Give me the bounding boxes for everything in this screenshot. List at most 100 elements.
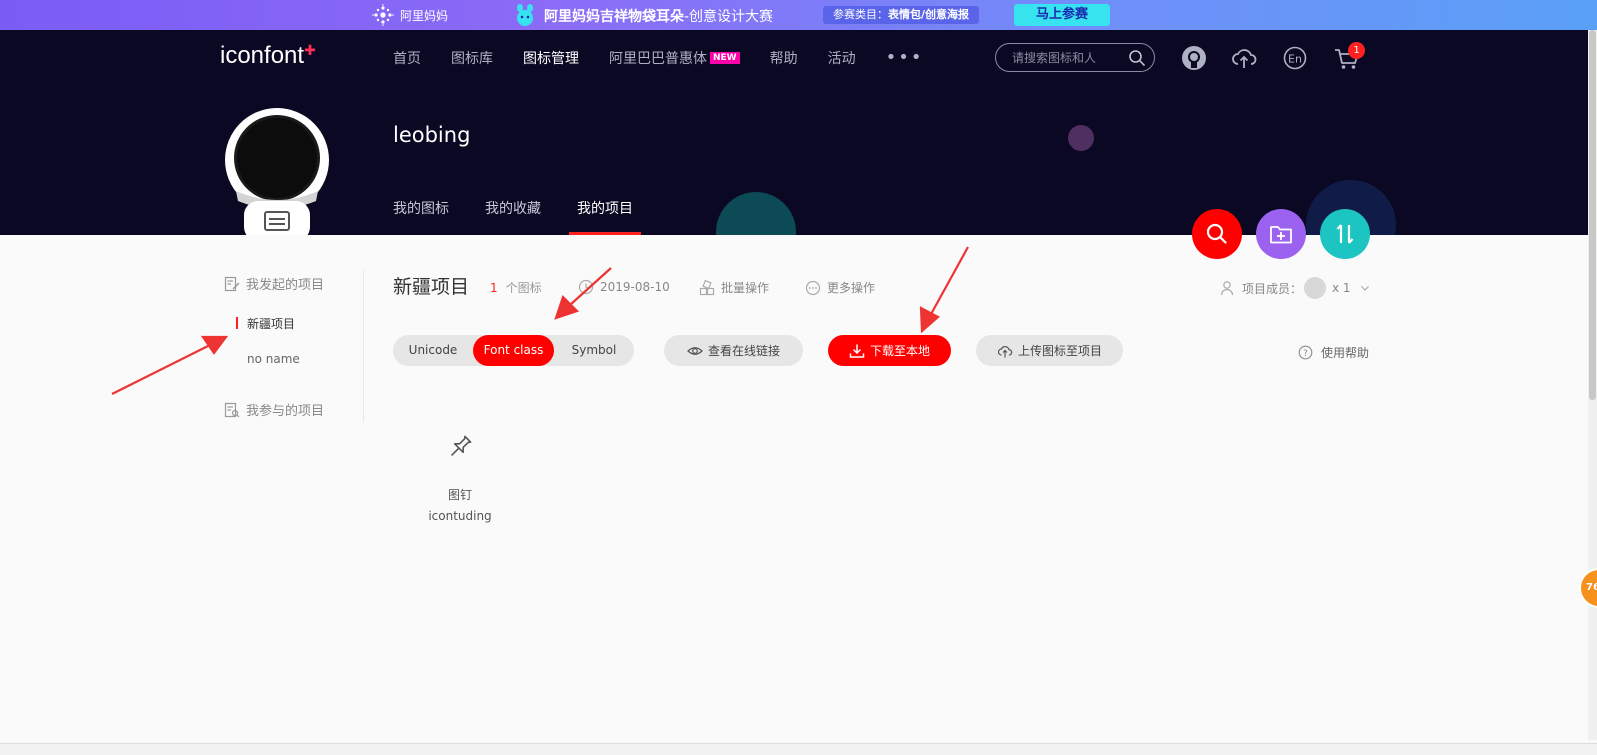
chevron-down-icon <box>1360 286 1369 291</box>
batch-operations-label: 批量操作 <box>721 281 770 295</box>
sidebar-item-no-name[interactable]: no name <box>224 352 363 366</box>
alimama-logo-text: 阿里妈妈 <box>400 8 449 23</box>
browser-status-bar <box>0 743 1597 755</box>
join-contest-button[interactable]: 马上参赛 <box>1014 4 1110 26</box>
format-font-class[interactable]: Font class <box>473 335 554 366</box>
nav-icon-management[interactable]: 图标管理 <box>523 48 579 68</box>
more-operations-label: 更多操作 <box>827 281 876 295</box>
tab-my-icons[interactable]: 我的图标 <box>393 198 449 235</box>
project-members[interactable]: 项目成员： x 1 <box>1220 277 1377 299</box>
tab-my-favorites[interactable]: 我的收藏 <box>485 198 541 235</box>
github-icon[interactable] <box>1180 44 1208 72</box>
category-label: 参赛类目： <box>833 8 888 21</box>
decor-bubble <box>716 192 796 235</box>
category-tag: 参赛类目：表情包/创意海报 <box>823 6 980 24</box>
site-header: iconfont✚ 首页 图标库 图标管理 阿里巴巴普惠体 NEW 帮助 活动 … <box>0 30 1588 235</box>
search-fab[interactable] <box>1192 209 1242 259</box>
nav-puhuiti[interactable]: 阿里巴巴普惠体 NEW <box>609 48 740 68</box>
svg-text:?: ? <box>1303 349 1308 359</box>
project-date-text: 2019-08-10 <box>600 280 670 294</box>
download-icon <box>849 344 865 358</box>
download-local-label: 下载至本地 <box>869 344 930 358</box>
upload-cloud-icon <box>997 345 1013 357</box>
format-symbol[interactable]: Symbol <box>554 335 634 366</box>
main-nav: 首页 图标库 图标管理 阿里巴巴普惠体 NEW 帮助 活动 ••• <box>393 47 923 68</box>
project-date: 2019-08-10 <box>578 279 670 295</box>
upload-to-project-button[interactable]: 上传图标至项目 <box>976 335 1123 366</box>
members-count: x 1 <box>1332 281 1351 295</box>
format-unicode[interactable]: Unicode <box>393 335 473 366</box>
grid-icon <box>699 279 715 295</box>
nav-events[interactable]: 活动 <box>828 48 856 68</box>
brand-plus-icon: ✚ <box>304 42 316 58</box>
icon-name: 图钉 <box>447 488 472 502</box>
tab-my-projects[interactable]: 我的项目 <box>569 198 641 235</box>
search-input[interactable] <box>1012 50 1122 65</box>
usage-help[interactable]: ? 使用帮助 <box>1298 344 1369 361</box>
batch-operations[interactable]: 批量操作 <box>699 279 769 296</box>
add-folder-icon <box>1270 226 1292 244</box>
floating-badge[interactable]: 76 <box>1579 568 1597 608</box>
promo-subtitle: -创意设计大赛 <box>684 9 774 25</box>
nav-puhuiti-label: 阿里巴巴普惠体 <box>609 50 707 67</box>
icon-count-number: 1 <box>490 281 498 295</box>
user-avatar[interactable] <box>224 105 330 235</box>
icon-count: 1 个图标 <box>490 279 542 296</box>
sidebar-joined-projects-label: 我参与的项目 <box>246 404 325 419</box>
edit-doc-icon <box>224 276 240 291</box>
nav-more-icon[interactable]: ••• <box>886 47 924 68</box>
download-local-button[interactable]: 下载至本地 <box>828 335 951 366</box>
sort-fab[interactable] <box>1320 209 1370 259</box>
icon-code: icontuding <box>428 509 492 523</box>
format-switch: Unicode Font class Symbol <box>393 335 634 366</box>
icon-card[interactable]: 图钉 icontuding <box>415 432 505 523</box>
cart-count-badge: 1 <box>1348 42 1365 59</box>
sidebar-my-projects-label: 我发起的项目 <box>246 278 325 293</box>
username: leobing <box>393 123 471 147</box>
members-label: 项目成员： <box>1242 281 1303 296</box>
user-icon <box>1220 281 1234 296</box>
nav-icon-library[interactable]: 图标库 <box>451 48 493 68</box>
promo-title: 阿里妈妈吉祥物袋耳朵 <box>544 9 684 25</box>
nav-home[interactable]: 首页 <box>393 48 421 68</box>
scrollbar-thumb[interactable] <box>1589 30 1596 400</box>
language-icon[interactable]: En <box>1281 44 1309 72</box>
sidebar-my-projects[interactable]: 我发起的项目 <box>224 274 363 293</box>
more-circle-icon <box>805 280 821 295</box>
doc-search-icon <box>224 402 240 417</box>
search-icon[interactable] <box>1128 49 1146 67</box>
usage-help-label: 使用帮助 <box>1321 346 1370 360</box>
icon-count-unit: 个图标 <box>505 281 542 295</box>
sidebar-item-xinjiang[interactable]: 新疆项目 <box>224 315 363 332</box>
more-operations[interactable]: 更多操作 <box>805 279 875 296</box>
help-circle-icon: ? <box>1298 345 1313 360</box>
iconfont-logo[interactable]: iconfont✚ <box>220 42 316 70</box>
page-scrollbar[interactable] <box>1588 30 1597 740</box>
upload-cloud-icon[interactable] <box>1230 44 1258 72</box>
search-box <box>995 43 1155 72</box>
project-sidebar: 我发起的项目 新疆项目 no name 我参与的项目 <box>224 270 364 422</box>
category-value: 表情包/创意海报 <box>888 8 970 21</box>
view-online-link-button[interactable]: 查看在线链接 <box>664 335 803 366</box>
pushpin-icon <box>450 435 472 457</box>
alimama-logo-icon <box>372 4 394 26</box>
profile-tabs: 我的图标 我的收藏 我的项目 <box>393 198 669 235</box>
decor-bubble <box>1068 125 1094 151</box>
new-badge: NEW <box>710 51 740 64</box>
upload-to-project-label: 上传图标至项目 <box>1017 344 1102 358</box>
sidebar-joined-projects[interactable]: 我参与的项目 <box>224 400 363 419</box>
view-online-link-label: 查看在线链接 <box>707 344 780 358</box>
nav-help[interactable]: 帮助 <box>770 48 798 68</box>
search-icon <box>1206 223 1227 244</box>
language-label: En <box>1288 53 1302 66</box>
alimama-logo[interactable]: 阿里妈妈 <box>372 4 448 26</box>
promo-link[interactable]: 阿里妈妈吉祥物袋耳朵 -创意设计大赛 <box>512 4 773 28</box>
eye-icon <box>687 346 703 355</box>
member-avatar <box>1304 277 1327 299</box>
brand-text: iconfont <box>220 42 305 69</box>
project-title: 新疆项目 <box>393 276 470 298</box>
promo-banner: 阿里妈妈 阿里妈妈吉祥物袋耳朵 -创意设计大赛 参赛类目：表情包/创意海报 马上… <box>0 0 1597 30</box>
new-project-fab[interactable] <box>1256 209 1306 259</box>
language-icon-circle: En <box>1283 46 1307 70</box>
mascot-icon <box>517 4 533 26</box>
